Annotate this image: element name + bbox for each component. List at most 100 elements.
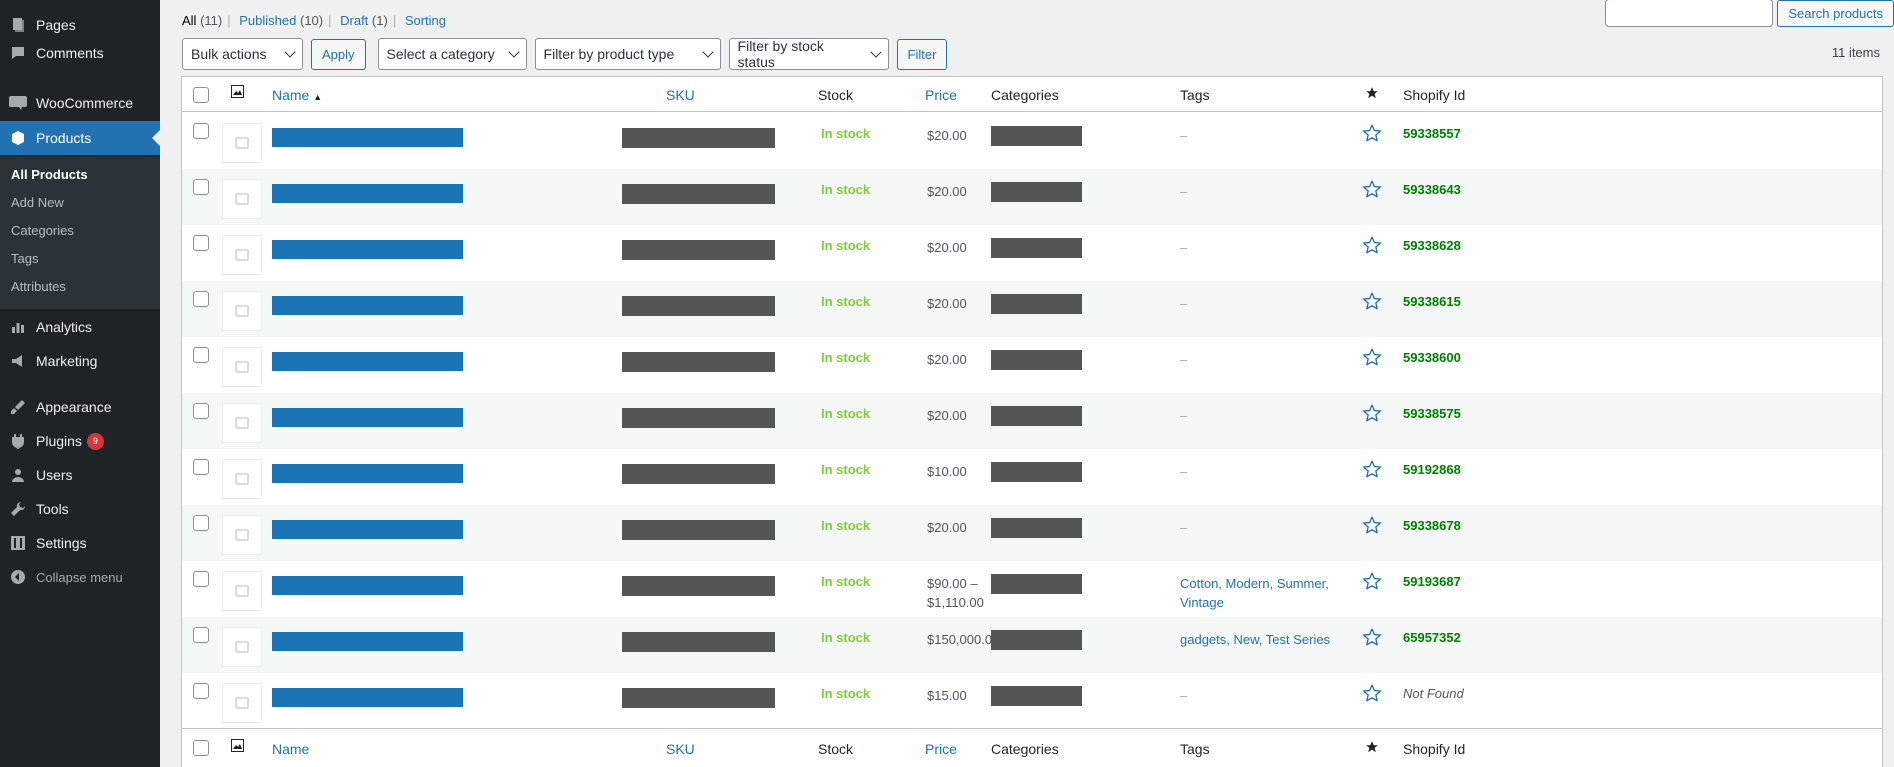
shopify-id: 59338678 <box>1403 518 1461 533</box>
image-placeholder-icon <box>235 417 249 429</box>
product-thumbnail[interactable] <box>222 627 262 667</box>
row-checkbox[interactable] <box>193 571 209 587</box>
filter-button[interactable]: Filter <box>896 38 948 70</box>
featured-star-icon[interactable] <box>1362 627 1386 651</box>
image-placeholder-icon <box>235 137 249 149</box>
product-name-redacted[interactable] <box>272 688 463 707</box>
menu-plugins[interactable]: Plugins 9 <box>0 424 160 458</box>
product-thumbnail[interactable] <box>222 403 262 443</box>
view-draft[interactable]: Draft <box>340 13 368 28</box>
view-published[interactable]: Published <box>239 13 296 28</box>
menu-users[interactable]: Users <box>0 458 160 492</box>
submenu-add-new[interactable]: Add New <box>11 195 64 210</box>
product-thumbnail[interactable] <box>222 291 262 331</box>
products-table: Name ▲ SKU Stock Price Categories Tags S… <box>181 76 1883 767</box>
menu-label: Appearance <box>36 399 112 415</box>
select-all-checkbox[interactable] <box>193 87 209 103</box>
row-checkbox[interactable] <box>193 123 209 139</box>
product-tags: – <box>1180 240 1188 255</box>
product-name-redacted[interactable] <box>272 408 463 427</box>
product-thumbnail[interactable] <box>222 515 262 555</box>
featured-star-icon[interactable] <box>1362 515 1386 539</box>
featured-star-icon[interactable] <box>1362 123 1386 147</box>
price: $10.00 <box>927 464 967 479</box>
featured-star-icon[interactable] <box>1362 459 1386 483</box>
menu-label: Analytics <box>36 319 93 335</box>
menu-products[interactable]: Products <box>0 121 160 155</box>
main-content: All (11) | Published (10) | Draft (1) | Sor… <box>160 0 1894 767</box>
column-price[interactable]: Price <box>925 741 957 757</box>
product-thumbnail[interactable] <box>222 683 262 723</box>
row-checkbox[interactable] <box>193 235 209 251</box>
search-products-button[interactable]: Search products <box>1777 0 1894 27</box>
table-row: In stock $20.00 – 59338678 <box>182 505 1882 561</box>
shopify-id: 59192868 <box>1403 462 1461 477</box>
chevron-down-icon <box>284 46 296 58</box>
stock-status-select[interactable]: Filter by stock status <box>728 38 889 70</box>
menu-woocommerce[interactable]: WooCommerce <box>0 86 160 120</box>
submenu-categories[interactable]: Categories <box>11 223 74 238</box>
featured-star-icon[interactable] <box>1362 291 1386 315</box>
menu-marketing[interactable]: Marketing <box>0 344 160 378</box>
product-thumbnail[interactable] <box>222 179 262 219</box>
row-checkbox[interactable] <box>193 627 209 643</box>
collapse-icon <box>0 569 36 585</box>
featured-star-icon[interactable] <box>1362 403 1386 427</box>
menu-tools[interactable]: Tools <box>0 492 160 526</box>
submenu-attributes[interactable]: Attributes <box>11 279 66 294</box>
collapse-menu-button[interactable]: Collapse menu <box>0 560 160 594</box>
table-row: In stock $150,000.00 gadgets, New, Test Se… <box>182 617 1882 673</box>
product-name-redacted[interactable] <box>272 520 463 539</box>
row-checkbox[interactable] <box>193 459 209 475</box>
column-price[interactable]: Price <box>925 87 957 103</box>
table-row: In stock $20.00 – 59338628 <box>182 225 1882 281</box>
column-name[interactable]: Name <box>272 741 309 757</box>
column-sku[interactable]: SKU <box>666 741 695 757</box>
menu-analytics[interactable]: Analytics <box>0 310 160 344</box>
product-name-redacted[interactable] <box>272 128 463 147</box>
product-name-redacted[interactable] <box>272 576 463 595</box>
featured-star-icon[interactable] <box>1362 179 1386 203</box>
product-thumbnail[interactable] <box>222 347 262 387</box>
product-thumbnail[interactable] <box>222 123 262 163</box>
column-name[interactable]: Name ▲ <box>272 87 322 103</box>
view-all[interactable]: All <box>182 13 196 28</box>
select-all-checkbox-footer[interactable] <box>193 740 209 756</box>
row-checkbox[interactable] <box>193 515 209 531</box>
product-name-redacted[interactable] <box>272 632 463 651</box>
bulk-actions-select[interactable]: Bulk actions <box>182 38 303 70</box>
menu-settings[interactable]: Settings <box>0 526 160 560</box>
row-checkbox[interactable] <box>193 179 209 195</box>
row-checkbox[interactable] <box>193 347 209 363</box>
menu-comments[interactable]: Comments <box>0 36 160 70</box>
view-sorting[interactable]: Sorting <box>405 13 446 28</box>
product-name-redacted[interactable] <box>272 240 463 259</box>
product-name-redacted[interactable] <box>272 296 463 315</box>
shopify-id: 59338557 <box>1403 126 1461 141</box>
featured-star-icon[interactable] <box>1362 235 1386 259</box>
apply-button[interactable]: Apply <box>311 38 366 70</box>
category-select[interactable]: Select a category <box>377 38 527 70</box>
image-placeholder-icon <box>235 249 249 261</box>
featured-star-icon[interactable] <box>1362 683 1386 707</box>
featured-star-icon[interactable] <box>1362 571 1386 595</box>
product-type-select[interactable]: Filter by product type <box>534 38 721 70</box>
product-thumbnail[interactable] <box>222 571 262 611</box>
product-name-redacted[interactable] <box>272 184 463 203</box>
column-sku[interactable]: SKU <box>666 87 695 103</box>
row-checkbox[interactable] <box>193 683 209 699</box>
product-name-redacted[interactable] <box>272 352 463 371</box>
row-checkbox[interactable] <box>193 403 209 419</box>
product-thumbnail[interactable] <box>222 235 262 275</box>
submenu-all-products[interactable]: All Products <box>11 167 88 182</box>
product-name-redacted[interactable] <box>272 464 463 483</box>
menu-appearance[interactable]: Appearance <box>0 390 160 424</box>
category-value: Select a category <box>386 46 495 62</box>
row-checkbox[interactable] <box>193 291 209 307</box>
product-thumbnail[interactable] <box>222 459 262 499</box>
search-input[interactable] <box>1605 0 1774 27</box>
product-tags[interactable]: Cotton, Modern, Summer, Vintage <box>1180 574 1340 612</box>
submenu-tags[interactable]: Tags <box>11 251 38 266</box>
featured-star-icon[interactable] <box>1362 347 1386 371</box>
product-tags[interactable]: gadgets, New, Test Series <box>1180 630 1340 649</box>
